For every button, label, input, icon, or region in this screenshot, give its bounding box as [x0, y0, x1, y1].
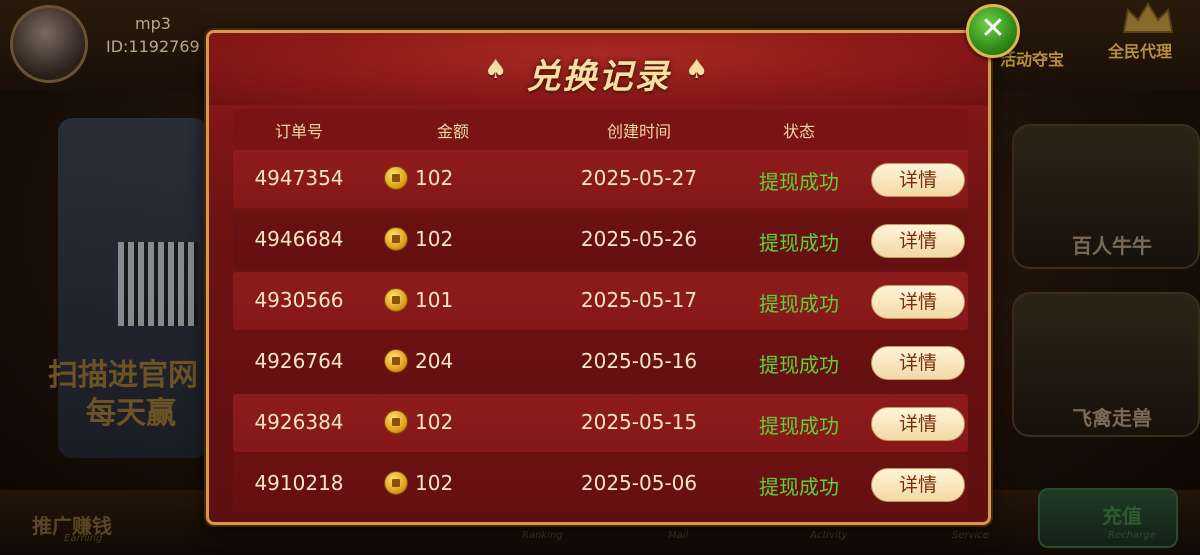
- coin-icon: [384, 410, 408, 434]
- amount: 204: [415, 349, 454, 373]
- table-row: 4946684 102 2025-05-26 提现成功 详情: [233, 211, 968, 269]
- dialog-header: ♠ 兑换记录 ♠: [209, 33, 988, 105]
- promo-text-line2: 每天赢: [86, 396, 176, 431]
- status-text: 提现成功: [759, 170, 839, 194]
- created-date: 2025-05-16: [580, 349, 698, 373]
- player-name: mp3: [135, 14, 171, 33]
- coin-icon: [384, 166, 408, 190]
- crown-icon: [1122, 2, 1174, 33]
- created-date: 2025-05-26: [580, 227, 698, 251]
- order-no: 4946684: [254, 227, 344, 251]
- status-text: 提现成功: [759, 292, 839, 316]
- order-no: 4947354: [254, 166, 344, 190]
- order-no: 4910218: [254, 471, 344, 495]
- bottom-nav-mail-sub[interactable]: Mail: [668, 530, 688, 541]
- close-button[interactable]: ✕: [966, 4, 1020, 58]
- exchange-records-dialog: ♠ 兑换记录 ♠ 订单号 金额 创建时间 状态 4947354 102 2025…: [206, 30, 991, 525]
- column-created-time: 创建时间: [606, 122, 671, 141]
- detail-button[interactable]: 详情: [871, 468, 965, 502]
- column-order-no: 订单号: [274, 122, 323, 141]
- table-row: 4926384 102 2025-05-15 提现成功 详情: [233, 394, 968, 452]
- coin-icon: [384, 471, 408, 495]
- game-label-feiqin-zoushou: 飞禽走兽: [1072, 406, 1152, 430]
- bottom-nav-service-sub[interactable]: Service: [952, 530, 989, 541]
- spade-icon: ♠: [685, 55, 709, 85]
- table-row: 4926764 204 2025-05-16 提现成功 详情: [233, 333, 968, 391]
- dialog-title: 兑换记录: [526, 57, 671, 97]
- player-id: ID:1192769: [106, 37, 200, 56]
- table-row: 4930566 101 2025-05-17 提现成功 详情: [233, 272, 968, 330]
- created-date: 2025-05-27: [580, 166, 698, 190]
- coin-icon: [384, 227, 408, 251]
- detail-button[interactable]: 详情: [871, 346, 965, 380]
- avatar[interactable]: [10, 5, 88, 83]
- menu-label-agent[interactable]: 全民代理: [1108, 38, 1172, 62]
- bottom-nav-ranking-sub[interactable]: Ranking: [522, 530, 563, 541]
- detail-button[interactable]: 详情: [871, 407, 965, 441]
- column-status: 状态: [782, 122, 815, 141]
- created-date: 2025-05-17: [580, 288, 698, 312]
- detail-button[interactable]: 详情: [871, 163, 965, 197]
- status-text: 提现成功: [759, 353, 839, 377]
- amount: 102: [415, 227, 454, 251]
- table-row: 4910218 102 2025-05-06 提现成功 详情: [233, 455, 968, 513]
- column-amount: 金额: [436, 122, 469, 141]
- coin-icon: [384, 349, 408, 373]
- bottom-nav-earning-sub: Earning: [64, 533, 103, 544]
- amount: 101: [415, 288, 454, 312]
- table-header: 订单号 金额 创建时间 状态: [233, 109, 968, 149]
- amount: 102: [415, 471, 454, 495]
- recharge-label: 充值: [1102, 504, 1142, 528]
- created-date: 2025-05-06: [580, 471, 698, 495]
- amount: 102: [415, 166, 454, 190]
- close-icon: ✕: [980, 11, 1006, 46]
- status-text: 提现成功: [759, 475, 839, 499]
- amount: 102: [415, 410, 454, 434]
- game-label-bairen-niuniu: 百人牛牛: [1072, 234, 1152, 258]
- status-text: 提现成功: [759, 231, 839, 255]
- order-no: 4926384: [254, 410, 344, 434]
- created-date: 2025-05-15: [580, 410, 698, 434]
- qr-code-icon: [118, 242, 198, 326]
- table-row: 4947354 102 2025-05-27 提现成功 详情: [233, 150, 968, 208]
- detail-button[interactable]: 详情: [871, 224, 965, 258]
- order-no: 4926764: [254, 349, 344, 373]
- status-text: 提现成功: [759, 414, 839, 438]
- bottom-nav-activity-sub[interactable]: Activity: [810, 530, 848, 541]
- order-no: 4930566: [254, 288, 344, 312]
- detail-button[interactable]: 详情: [871, 285, 965, 319]
- recharge-sub: Recharge: [1108, 530, 1156, 541]
- coin-icon: [384, 288, 408, 312]
